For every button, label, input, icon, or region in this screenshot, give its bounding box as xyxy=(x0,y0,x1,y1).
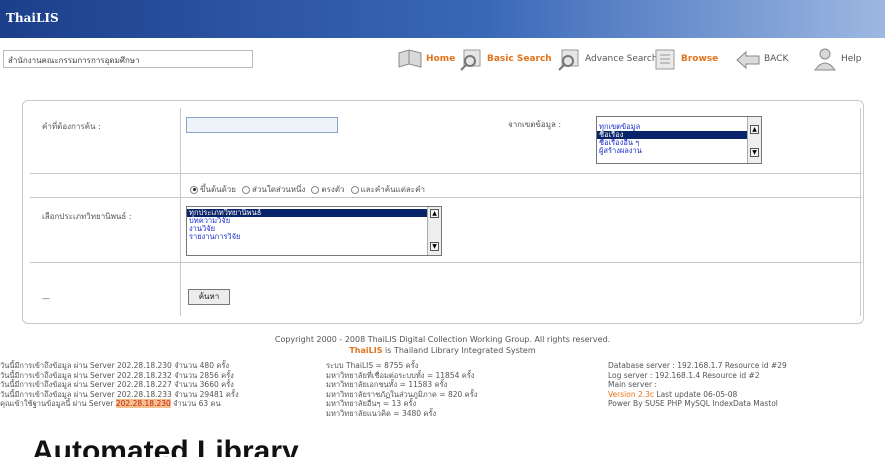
stat-line: มหาวิทยาลัยแนวคิด = 3480 ครั้ง xyxy=(326,408,437,418)
version-label: Version 2.3c xyxy=(608,389,655,399)
scrollbar[interactable]: ▲ ▼ xyxy=(747,117,761,163)
nav-basic-search[interactable]: Basic Search xyxy=(458,46,552,72)
match-option[interactable]: ส่วนใดส่วนหนึ่ง xyxy=(241,183,305,196)
list-item[interactable]: ชื่อเรื่องอื่น ๆ xyxy=(597,139,761,147)
list-item[interactable]: งานวิจัย xyxy=(187,225,441,233)
nav-browse-label: Browse xyxy=(681,54,719,64)
match-option[interactable]: และคำค้นแต่ละคำ xyxy=(350,183,425,196)
nav-home-label: Home xyxy=(426,54,456,64)
category-select[interactable]: ทุกประเภทวิทยานิพนธ์ บทความวิจัย งานวิจั… xyxy=(186,206,442,256)
divider xyxy=(860,108,861,316)
list-item[interactable]: บทความวิจัย xyxy=(187,217,441,225)
stat-line: Main server : xyxy=(608,380,657,390)
list-item[interactable]: รายงานการวิจัย xyxy=(187,233,441,241)
scroll-up-icon[interactable]: ▲ xyxy=(430,209,439,218)
tagline-brand: ThaiLIS xyxy=(349,346,383,355)
stat-line: มหาวิทยาลัยราชภัฏในส่วนภูมิภาค = 820 ครั… xyxy=(326,389,478,399)
match-option[interactable]: ขึ้นต้นด้วย xyxy=(190,183,236,196)
keyword-label: คำที่ต้องการค้น : xyxy=(42,122,101,131)
stat-line: มหาวิทยาลัยที่เชื่อมต่อระบบทั้ง = 11854 … xyxy=(326,370,475,380)
home-book-icon xyxy=(397,47,423,71)
server-stats: วันนี้มีการเข้าถึงข้อมูล ผ่าน Server 202… xyxy=(0,361,239,409)
tagline-text: is Thailand Library Integrated System xyxy=(385,346,536,355)
nav-back[interactable]: BACK xyxy=(735,46,788,72)
list-item[interactable]: ทุกประเภทวิทยานิพนธ์ xyxy=(187,209,441,217)
nav-home[interactable]: Home xyxy=(397,46,455,72)
tagline: ThaiLIS is Thailand Library Integrated S… xyxy=(0,346,885,355)
search-button[interactable]: ค้นหา xyxy=(188,289,230,305)
client-ip: 202.28.18.230 xyxy=(115,399,171,409)
magnifier-icon xyxy=(556,47,582,71)
stat-line: Log server : 192.168.1.4 Resource id #2 xyxy=(608,370,760,380)
user-help-icon xyxy=(812,47,838,71)
nav-advance-search[interactable]: Advance Search xyxy=(556,46,658,72)
list-item[interactable]: ชื่อเรื่อง xyxy=(597,131,761,139)
nav-basic-search-label: Basic Search xyxy=(487,54,552,64)
folder-icon xyxy=(652,47,678,71)
stat-line: วันนี้มีการเข้าถึงข้อมูล ผ่าน Server 202… xyxy=(0,361,230,370)
match-option[interactable]: ตรงตัว xyxy=(311,183,345,196)
radio-icon[interactable] xyxy=(241,185,250,194)
divider xyxy=(30,197,862,198)
back-arrow-icon xyxy=(735,47,761,71)
divider xyxy=(30,173,862,174)
category-label: เลือกประเภทวิทยานิพนธ์ : xyxy=(42,212,132,221)
stat-line: Version 2.3c Last update 06-05-08 xyxy=(608,389,738,399)
radio-icon[interactable] xyxy=(311,185,320,194)
bottom-label: — xyxy=(42,294,50,303)
nav-help-label: Help xyxy=(841,54,862,64)
nav-help[interactable]: Help xyxy=(812,46,862,72)
nav-browse[interactable]: Browse xyxy=(652,46,718,72)
stat-line: วันนี้มีการเข้าถึงข้อมูล ผ่าน Server 202… xyxy=(0,380,234,390)
stat-line: วันนี้มีการเข้าถึงข้อมูล ผ่าน Server 202… xyxy=(0,389,239,399)
keyword-input[interactable] xyxy=(186,117,338,133)
stat-line: คุณเข้าใช้ฐานข้อมูลนี้ ผ่าน Server 202.2… xyxy=(0,399,221,409)
list-item[interactable]: ทุกเขตข้อมูล xyxy=(597,123,761,131)
system-info: Database server : 192.168.1.7 Resource i… xyxy=(608,361,787,409)
radio-icon[interactable] xyxy=(350,185,359,194)
nav-advance-search-label: Advance Search xyxy=(585,54,658,64)
app-logo: ThaiLIS xyxy=(6,11,59,25)
stat-line: วันนี้มีการเข้าถึงข้อมูล ผ่าน Server 202… xyxy=(0,370,234,380)
match-options: ขึ้นต้นด้วย ส่วนใดส่วนหนึ่ง ตรงตัว และคำ… xyxy=(190,183,425,196)
field-label: จากเขตข้อมูล : xyxy=(508,120,562,129)
stat-line: ระบบ ThaiLIS = 8755 ครั้ง xyxy=(326,361,419,370)
magnifier-icon xyxy=(458,47,484,71)
app-header: ThaiLIS xyxy=(0,0,885,38)
stat-line: Power By SUSE PHP MySQL IndexData Mastol xyxy=(608,399,778,409)
caption-title: Automated Library xyxy=(32,435,299,457)
scroll-down-icon[interactable]: ▼ xyxy=(430,242,439,251)
list-item[interactable]: ผู้สร้างผลงาน xyxy=(597,147,761,155)
stat-line: Database server : 192.168.1.7 Resource i… xyxy=(608,361,787,370)
nav-bar: สำนักงานคณะกรรมการการอุดมศึกษา Home Basi… xyxy=(0,40,885,78)
scroll-down-icon[interactable]: ▼ xyxy=(750,148,759,157)
scroll-up-icon[interactable]: ▲ xyxy=(750,125,759,134)
radio-icon[interactable] xyxy=(190,185,198,194)
scrollbar[interactable]: ▲ ▼ xyxy=(427,207,441,255)
field-select[interactable]: ทุกเขตข้อมูล ชื่อเรื่อง ชื่อเรื่องอื่น ๆ… xyxy=(596,116,762,164)
copyright-text: Copyright 2000 - 2008 ThaiLIS Digital Co… xyxy=(274,335,611,344)
access-stats: ระบบ ThaiLIS = 8755 ครั้ง มหาวิทยาลัยที่… xyxy=(326,361,477,419)
nav-back-label: BACK xyxy=(764,54,789,64)
divider xyxy=(30,262,862,263)
stat-line: มหาวิทยาลัยอื่นๆ = 13 ครั้ง xyxy=(326,399,417,409)
divider xyxy=(180,108,181,316)
institution-field[interactable]: สำนักงานคณะกรรมการการอุดมศึกษา xyxy=(3,50,253,68)
stat-line: มหาวิทยาลัยเอกชนทั้ง = 11583 ครั้ง xyxy=(326,380,448,390)
